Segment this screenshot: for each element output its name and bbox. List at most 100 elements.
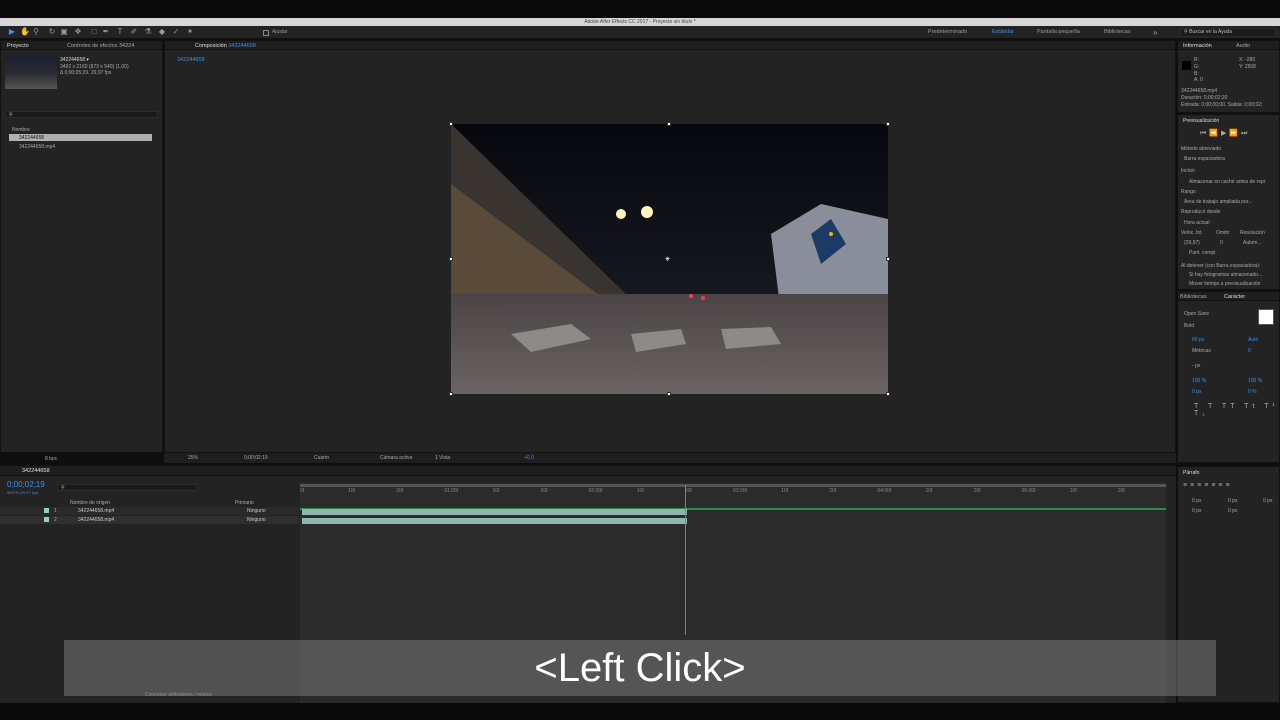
transform-handle[interactable] [449, 392, 453, 396]
space-after-field[interactable]: 0 px [1228, 508, 1237, 514]
tab-timeline-comp[interactable]: 342244658 [22, 468, 50, 474]
timeline-timecode[interactable]: 0;00;02;19 [7, 480, 45, 489]
project-item-footage[interactable]: 342244658.mp4 [19, 144, 55, 150]
project-column-name[interactable]: Nombre [12, 127, 30, 133]
tab-effect-controls[interactable]: Controles de efectos 34224 [67, 43, 134, 49]
project-search-input[interactable]: ⚲ [5, 111, 158, 118]
playback-controls[interactable]: ⏮⏪▶⏩⏭ [1200, 129, 1250, 138]
layer-parent-select[interactable]: Ninguno [247, 508, 266, 514]
pan-behind-tool-icon[interactable]: ❖ [74, 28, 82, 36]
table-row[interactable]: 1 342244658.mp4 Ninguno [0, 507, 299, 515]
indent-right-field[interactable]: 0 px [1263, 498, 1272, 504]
project-bpc[interactable]: 8 bpc [45, 456, 57, 462]
zoom-tool-icon[interactable]: ⚲ [32, 28, 40, 36]
layer-bar[interactable] [302, 509, 688, 515]
transform-handle[interactable] [449, 122, 453, 126]
anchor-point-icon[interactable]: ⌖ [665, 254, 670, 265]
transform-handle[interactable] [886, 257, 890, 261]
space-before-field[interactable]: 0 px [1228, 498, 1237, 504]
ruler-tick-label: 0f [300, 488, 305, 494]
transform-handle[interactable] [886, 392, 890, 396]
views-select[interactable]: 1 Vista [435, 455, 450, 461]
roto-brush-tool-icon[interactable]: ✓ [172, 28, 180, 36]
viewer-timecode[interactable]: 0;00;02;19 [244, 455, 268, 461]
pen-tool-icon[interactable]: ✒ [102, 28, 110, 36]
column-source-name[interactable]: Nombre de origen [70, 500, 110, 506]
layer-label-color[interactable] [44, 508, 49, 513]
camera-select[interactable]: Cámara activa [380, 455, 412, 461]
resolution-select[interactable]: Cuarto [314, 455, 329, 461]
work-area-bar[interactable] [300, 484, 1166, 487]
puppet-tool-icon[interactable]: ✶ [186, 28, 194, 36]
fullscreen-checkbox[interactable]: Pant. compl. [1189, 250, 1217, 256]
on-stop-label: Al detener (con Barra espaciadora): [1181, 263, 1261, 269]
indent-left-field[interactable]: 0 px [1192, 498, 1201, 504]
tsume-field[interactable]: 0 % [1248, 389, 1257, 395]
alignment-buttons[interactable]: ≡≡≡≡≡≡≡ [1183, 482, 1233, 489]
tab-libraries[interactable]: Bibliotecas [1180, 294, 1207, 300]
tab-audio[interactable]: Audio [1236, 43, 1250, 49]
layer-label-color[interactable] [44, 517, 49, 522]
range-select[interactable]: Área de trabajo ampliada por... [1184, 199, 1252, 205]
type-tool-icon[interactable]: T [116, 28, 124, 36]
faux-style-buttons[interactable]: T T TT Tt T¹ T₁ [1194, 403, 1279, 417]
baseline-field[interactable]: 0 px [1192, 389, 1201, 395]
shortcut-select[interactable]: Barra espaciadora [1184, 156, 1225, 162]
workspace-standard[interactable]: Estándar [992, 29, 1014, 35]
camera-tool-icon[interactable]: ▣ [60, 28, 68, 36]
ruler-tick-label: 01:00f [444, 488, 459, 494]
cache-before-checkbox[interactable]: Almacenar en caché antes de repr [1189, 179, 1265, 185]
transform-handle[interactable] [449, 257, 453, 261]
hand-tool-icon[interactable]: ✋ [20, 28, 30, 36]
first-line-field[interactable]: 0 px [1192, 508, 1201, 514]
list-item-selected[interactable]: 342244658 [9, 134, 152, 141]
exposure-value[interactable]: +0,0 [524, 455, 534, 461]
transform-handle[interactable] [667, 122, 671, 126]
composition-tabbar: Composición 342244658 [165, 41, 1175, 50]
leading-field[interactable]: Auto [1248, 337, 1258, 343]
help-search-input[interactable]: ⚲ Buscar en la Ayuda [1180, 28, 1276, 37]
stroke-width-field[interactable]: - px [1192, 363, 1200, 369]
zoom-select[interactable]: 25% [188, 455, 198, 461]
tab-project[interactable]: Proyecto [7, 43, 29, 49]
column-parent[interactable]: Primario [235, 500, 254, 506]
playhead[interactable] [685, 485, 687, 635]
workspace-menu-icon[interactable]: » [1153, 28, 1157, 37]
time-ruler[interactable]: 0f 10f 20f 01:00f 10f 20f 02:00f 10f 20f 03:00f 10… [300, 488, 1166, 500]
frame-rate-select[interactable]: (29,97) [1184, 240, 1200, 246]
style-select[interactable]: Bold [1184, 323, 1194, 329]
kerning-select[interactable]: Métricas [1192, 348, 1211, 354]
mask-tool-icon[interactable]: □ [90, 28, 98, 36]
skip-field[interactable]: 0 [1220, 240, 1223, 246]
play-from-select[interactable]: Hora actual [1184, 220, 1210, 226]
layer-parent-select[interactable]: Ninguno [247, 517, 266, 523]
horizontal-scale-field[interactable]: 100 % [1248, 378, 1262, 384]
font-size-field[interactable]: 60 px [1192, 337, 1204, 343]
if-cached-checkbox[interactable]: Si hay fotogramas almacenado... [1189, 272, 1262, 278]
workspace-small-screen[interactable]: Pantalla pequeña [1037, 29, 1080, 35]
table-row[interactable]: 2 342244658.mp4 Ninguno [0, 516, 299, 524]
tab-character[interactable]: Carácter [1224, 294, 1245, 300]
workspace-libraries[interactable]: Bibliotecas [1104, 29, 1131, 35]
selection-tool-icon[interactable]: ▶ [8, 28, 16, 36]
timeline-search-input[interactable]: ⚲ [57, 484, 197, 491]
comp-flow-tab[interactable]: 342244658 [177, 57, 205, 63]
snap-checkbox[interactable] [263, 30, 269, 36]
rotate-tool-icon[interactable]: ↻ [48, 28, 56, 36]
move-time-checkbox[interactable]: Mover tiempo a previsualización [1189, 281, 1260, 287]
fill-color-swatch[interactable] [1258, 309, 1274, 325]
brush-tool-icon[interactable]: ✐ [130, 28, 138, 36]
transform-handle[interactable] [667, 392, 671, 396]
clone-tool-icon[interactable]: ⚗ [144, 28, 152, 36]
vertical-scale-field[interactable]: 100 % [1192, 378, 1206, 384]
resolution-select-preview[interactable]: Autom... [1243, 240, 1262, 246]
transform-handle[interactable] [886, 122, 890, 126]
workspace-default[interactable]: Predeterminado [928, 29, 967, 35]
tab-composition[interactable]: Composición 342244658 [195, 43, 256, 49]
tab-info[interactable]: Información [1183, 43, 1212, 49]
eraser-tool-icon[interactable]: ◆ [158, 28, 166, 36]
layer-bar[interactable] [302, 518, 688, 524]
font-select[interactable]: Open Sans [1184, 311, 1209, 317]
tracking-field[interactable]: 0 [1248, 348, 1251, 354]
info-file: 342244658.mp4 [1181, 88, 1218, 94]
